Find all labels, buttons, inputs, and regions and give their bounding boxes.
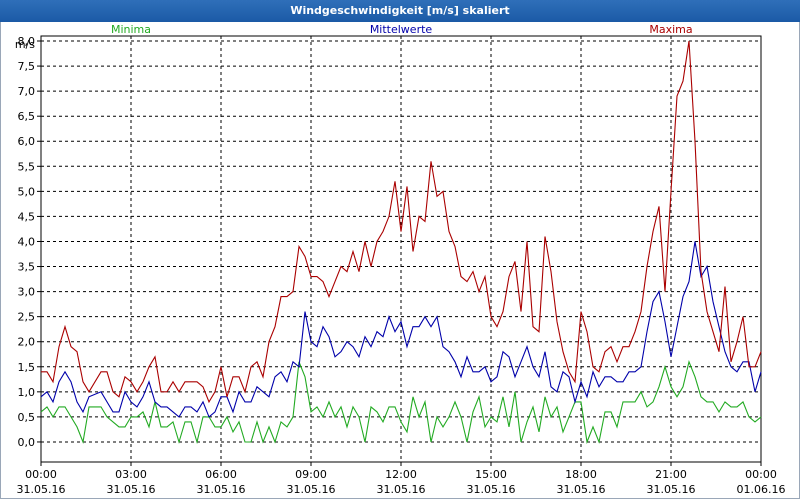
y-tick-label: 1,5 [18, 361, 36, 374]
chart-frame: 0,0 0,5 1,0 1,5 2,0 2,5 3,0 3,5 4,0 4,5 5,0 5,5 6,0 6… [0, 22, 800, 499]
y-tick-label: 4,5 [18, 210, 36, 223]
x-tick-date-label: 31.05.16 [17, 483, 66, 496]
legend-maxima: Maxima [649, 23, 692, 36]
x-tick-date-label: 31.05.16 [557, 483, 606, 496]
y-tick-label: 6,5 [18, 110, 36, 123]
y-tick-label: 0,0 [18, 436, 36, 449]
x-tick-time-label: 09:00 [295, 468, 327, 481]
legend-mittelwerte: Mittelwerte [370, 23, 433, 36]
y-tick-label: 3,5 [18, 261, 36, 274]
y-axis-label: m/s [15, 38, 35, 51]
y-tick-label: 7,5 [18, 60, 36, 73]
y-tick-label: 0,5 [18, 411, 36, 424]
x-tick-time-label: 15:00 [475, 468, 507, 481]
x-tick-time-label: 03:00 [115, 468, 147, 481]
x-tick-time-label: 00:00 [25, 468, 57, 481]
wind-speed-chart: 0,0 0,5 1,0 1,5 2,0 2,5 3,0 3,5 4,0 4,5 5,0 5,5 6,0 6… [15, 23, 786, 496]
x-tick-time-label: 00:00 [745, 468, 777, 481]
window-title: Windgeschwindigkeit [m/s] skaliert [0, 0, 800, 22]
x-tick-date-label: 31.05.16 [647, 483, 696, 496]
y-tick-label: 4,0 [18, 235, 36, 248]
x-tick-date-label: 31.05.16 [197, 483, 246, 496]
x-tick-date-label: 31.05.16 [377, 483, 426, 496]
x-tick-date-label: 01.06.16 [737, 483, 786, 496]
y-tick-label: 7,0 [18, 85, 36, 98]
x-tick-time-label: 18:00 [565, 468, 597, 481]
x-tick-date-label: 31.05.16 [467, 483, 516, 496]
x-tick-time-label: 06:00 [205, 468, 237, 481]
legend-minima: Minima [111, 23, 151, 36]
x-tick-time-label: 12:00 [385, 468, 417, 481]
y-tick-label: 2,5 [18, 311, 36, 324]
y-tick-label: 2,0 [18, 336, 36, 349]
y-tick-label: 5,5 [18, 160, 36, 173]
y-tick-label: 6,0 [18, 135, 36, 148]
x-tick-time-label: 21:00 [655, 468, 687, 481]
y-tick-label: 1,0 [18, 386, 36, 399]
y-tick-label: 5,0 [18, 185, 36, 198]
x-tick-date-label: 31.05.16 [107, 483, 156, 496]
x-tick-date-label: 31.05.16 [287, 483, 336, 496]
y-tick-label: 3,0 [18, 286, 36, 299]
